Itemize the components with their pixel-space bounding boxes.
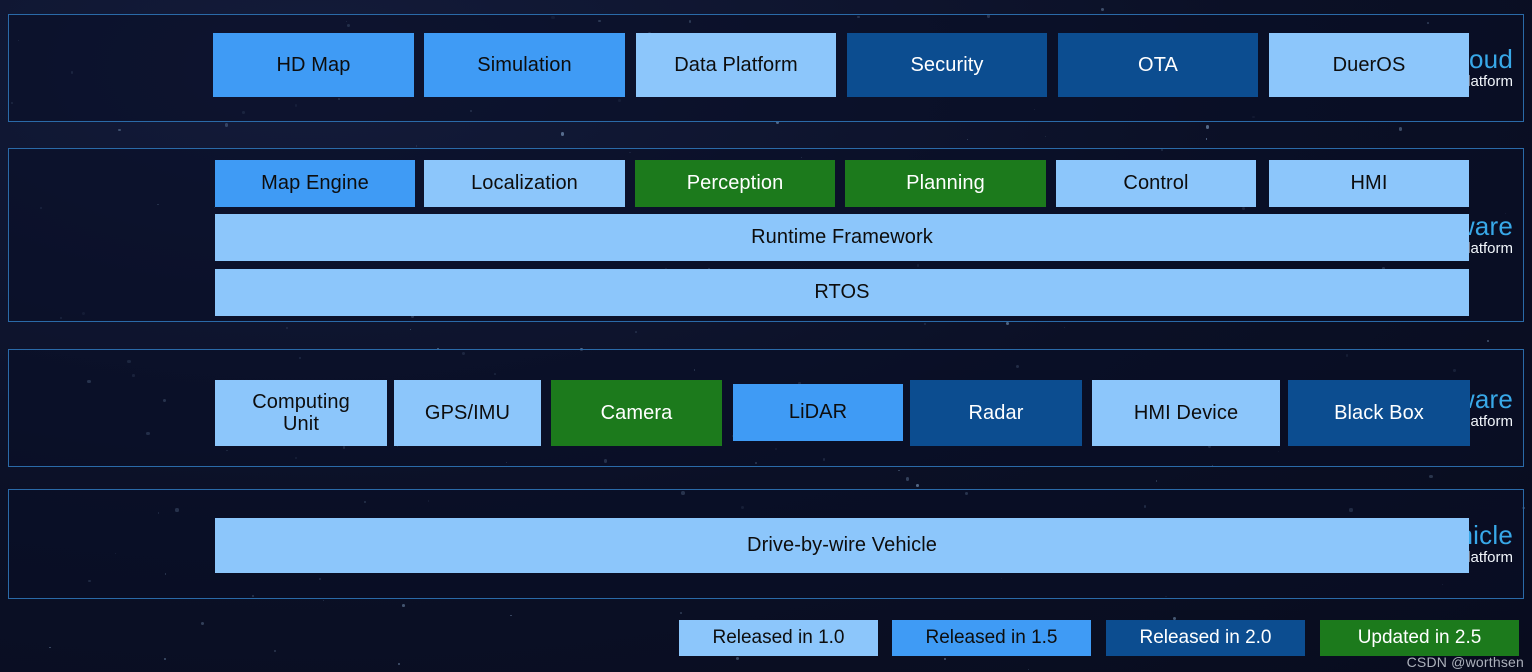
diagram-canvas: Cloud Service Platform HD Map Simulation… xyxy=(0,0,1532,672)
watermark: CSDN @worthsen xyxy=(1406,654,1524,670)
legend-item-released-1-5[interactable]: Released in 1.5 xyxy=(892,620,1091,656)
legend-item-updated-2-5[interactable]: Updated in 2.5 xyxy=(1320,620,1519,656)
legend-item-released-2-0[interactable]: Released in 2.0 xyxy=(1106,620,1305,656)
legend: Released in 1.0 Released in 1.5 Released… xyxy=(0,0,1532,672)
legend-item-released-1-0[interactable]: Released in 1.0 xyxy=(679,620,878,656)
